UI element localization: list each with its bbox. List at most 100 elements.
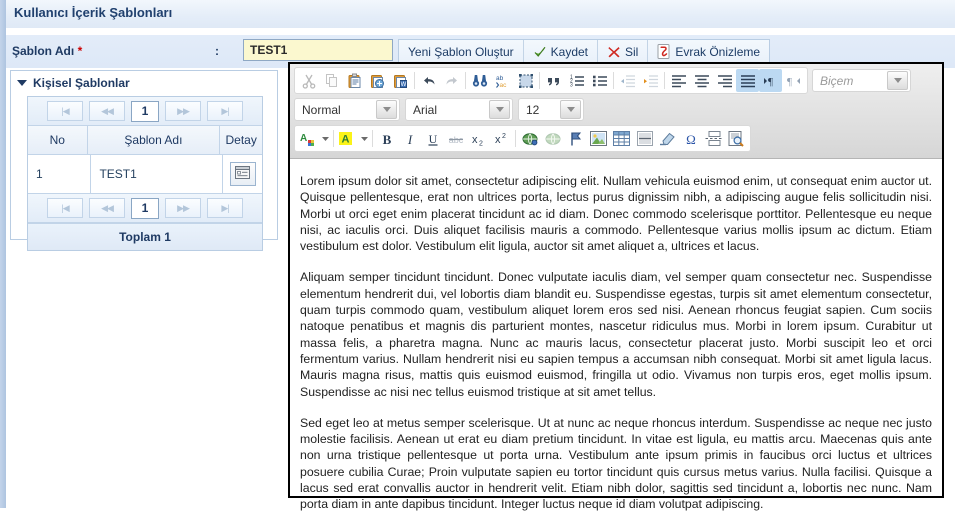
cut-icon[interactable] (297, 69, 320, 92)
editor-toolbar-row-2: Normal Arial 12 (294, 96, 938, 123)
pager-last-button[interactable]: ▶| (207, 101, 243, 121)
superscript-icon[interactable]: x2 (490, 127, 513, 150)
svg-text:A: A (342, 133, 350, 145)
undo-icon[interactable] (417, 69, 440, 92)
svg-text:Ω: Ω (686, 132, 696, 147)
table-icon[interactable] (610, 127, 633, 150)
numbered-list-icon[interactable]: 123 (565, 69, 588, 92)
page-break-icon[interactable] (702, 127, 725, 150)
style-select-value: Biçem (820, 73, 854, 88)
svg-text:2: 2 (479, 140, 483, 147)
svg-text:A: A (300, 133, 307, 144)
align-left-icon[interactable] (667, 69, 690, 92)
background-color-icon[interactable]: A (336, 127, 359, 150)
font-select-value: Arial (413, 102, 438, 117)
ltr-icon[interactable]: ¶ (759, 69, 782, 92)
pager-next-button[interactable]: ▶▶ (165, 101, 201, 121)
select-all-icon[interactable] (514, 69, 537, 92)
format-group: A A B I U abc x 2 x 2 Ω (294, 125, 751, 152)
pager-bottom-prev-button[interactable]: ◀◀ (89, 198, 125, 218)
align-center-icon[interactable] (690, 69, 713, 92)
pager-page-input[interactable]: 1 (131, 100, 159, 122)
panel-header[interactable]: Kişisel Şablonlar (17, 76, 130, 90)
font-select[interactable]: Arial (405, 98, 513, 121)
background-color-dropdown-icon[interactable] (359, 127, 370, 150)
source-preview-icon[interactable] (725, 127, 748, 150)
green-check-icon (533, 45, 547, 59)
pager-bottom-first-button[interactable]: |◀ (47, 198, 83, 218)
underline-icon[interactable]: U (421, 127, 444, 150)
rich-text-editor: W ab ac 1 2 3 ¶ ¶ Biçem Normal Arial 12 … (288, 62, 944, 511)
find-icon[interactable] (468, 69, 491, 92)
paste-text-icon[interactable] (366, 69, 389, 92)
replace-icon[interactable]: ab ac (491, 69, 514, 92)
action-button-bar: Yeni Şablon Oluştur Kaydet Sil Evrak Öni… (398, 39, 771, 64)
template-name-label: Şablon Adı * (12, 44, 82, 58)
new-template-button[interactable]: Yeni Şablon Oluştur (399, 40, 524, 63)
preview-document-button[interactable]: Evrak Önizleme (648, 40, 769, 63)
chevron-down-icon[interactable] (17, 80, 27, 86)
link-icon[interactable] (518, 127, 541, 150)
left-rail (0, 0, 6, 508)
pager-first-button[interactable]: |◀ (47, 101, 83, 121)
svg-text:ab: ab (496, 75, 504, 82)
image-icon[interactable] (587, 127, 610, 150)
strikethrough-icon[interactable]: abc (444, 127, 467, 150)
align-right-icon[interactable] (713, 69, 736, 92)
chevron-down-icon[interactable] (560, 100, 581, 119)
svg-text:W: W (400, 82, 406, 88)
align-justify-icon[interactable] (736, 69, 759, 92)
copy-icon[interactable] (320, 69, 343, 92)
unlink-icon[interactable] (541, 127, 564, 150)
column-header-no: No (28, 126, 88, 154)
pager-bottom-page-input[interactable]: 1 (131, 197, 159, 219)
svg-text:x: x (495, 134, 501, 146)
blockquote-icon[interactable] (542, 69, 565, 92)
pager-bottom-next-button[interactable]: ▶▶ (165, 198, 201, 218)
chevron-down-icon[interactable] (376, 100, 397, 119)
save-button[interactable]: Kaydet (524, 40, 598, 63)
chevron-down-icon[interactable] (887, 71, 908, 90)
bold-icon[interactable]: B (375, 127, 398, 150)
text-color-dropdown-icon[interactable] (320, 127, 331, 150)
clipboard-group: W ab ac 1 2 3 ¶ ¶ (294, 67, 808, 94)
detail-button[interactable] (229, 162, 256, 186)
rtl-icon[interactable]: ¶ (782, 69, 805, 92)
svg-text:U: U (428, 132, 437, 146)
pager-prev-button[interactable]: ◀◀ (89, 101, 125, 121)
editor-content-area[interactable]: Lorem ipsum dolor sit amet, consectetur … (290, 159, 942, 523)
table-row[interactable]: 1 TEST1 (28, 155, 262, 194)
detail-window-icon (235, 166, 251, 182)
anchor-icon[interactable] (564, 127, 587, 150)
paste-icon[interactable] (343, 69, 366, 92)
indent-icon[interactable] (639, 69, 662, 92)
horizontal-rule-icon[interactable] (633, 127, 656, 150)
delete-button[interactable]: Sil (598, 40, 649, 63)
format-select[interactable]: Normal (294, 98, 400, 121)
special-char-icon[interactable]: Ω (679, 127, 702, 150)
paste-word-icon[interactable]: W (389, 69, 412, 92)
panel-title: Kişisel Şablonlar (33, 76, 130, 90)
bulleted-list-icon[interactable] (588, 69, 611, 92)
cell-name: TEST1 (91, 155, 224, 193)
editor-paragraph: Aliquam semper tincidunt tincidunt. Done… (300, 270, 932, 399)
style-select[interactable]: Biçem (812, 69, 911, 92)
subscript-icon[interactable]: x2 (467, 127, 490, 150)
chevron-down-icon[interactable] (489, 100, 510, 119)
cell-no: 1 (28, 155, 92, 193)
column-header-detail: Detay (225, 133, 257, 147)
editor-toolbar: W ab ac 1 2 3 ¶ ¶ Biçem Normal Arial 12 … (290, 64, 942, 159)
pager-bottom-last-button[interactable]: ▶| (207, 198, 243, 218)
editor-toolbar-row-3: A A B I U abc x 2 x 2 Ω (294, 125, 938, 152)
redo-icon[interactable] (440, 69, 463, 92)
preview-document-button-label: Evrak Önizleme (675, 44, 761, 59)
remove-format-icon[interactable] (656, 127, 679, 150)
text-color-icon[interactable]: A (297, 127, 320, 150)
outdent-icon[interactable] (616, 69, 639, 92)
new-template-button-label: Yeni Şablon Oluştur (408, 44, 514, 59)
template-name-input[interactable]: TEST1 (243, 39, 393, 61)
size-select[interactable]: 12 (518, 98, 584, 121)
grid-total-label: Toplam 1 (28, 223, 262, 250)
italic-icon[interactable]: I (398, 127, 421, 150)
svg-text:x: x (472, 134, 478, 146)
